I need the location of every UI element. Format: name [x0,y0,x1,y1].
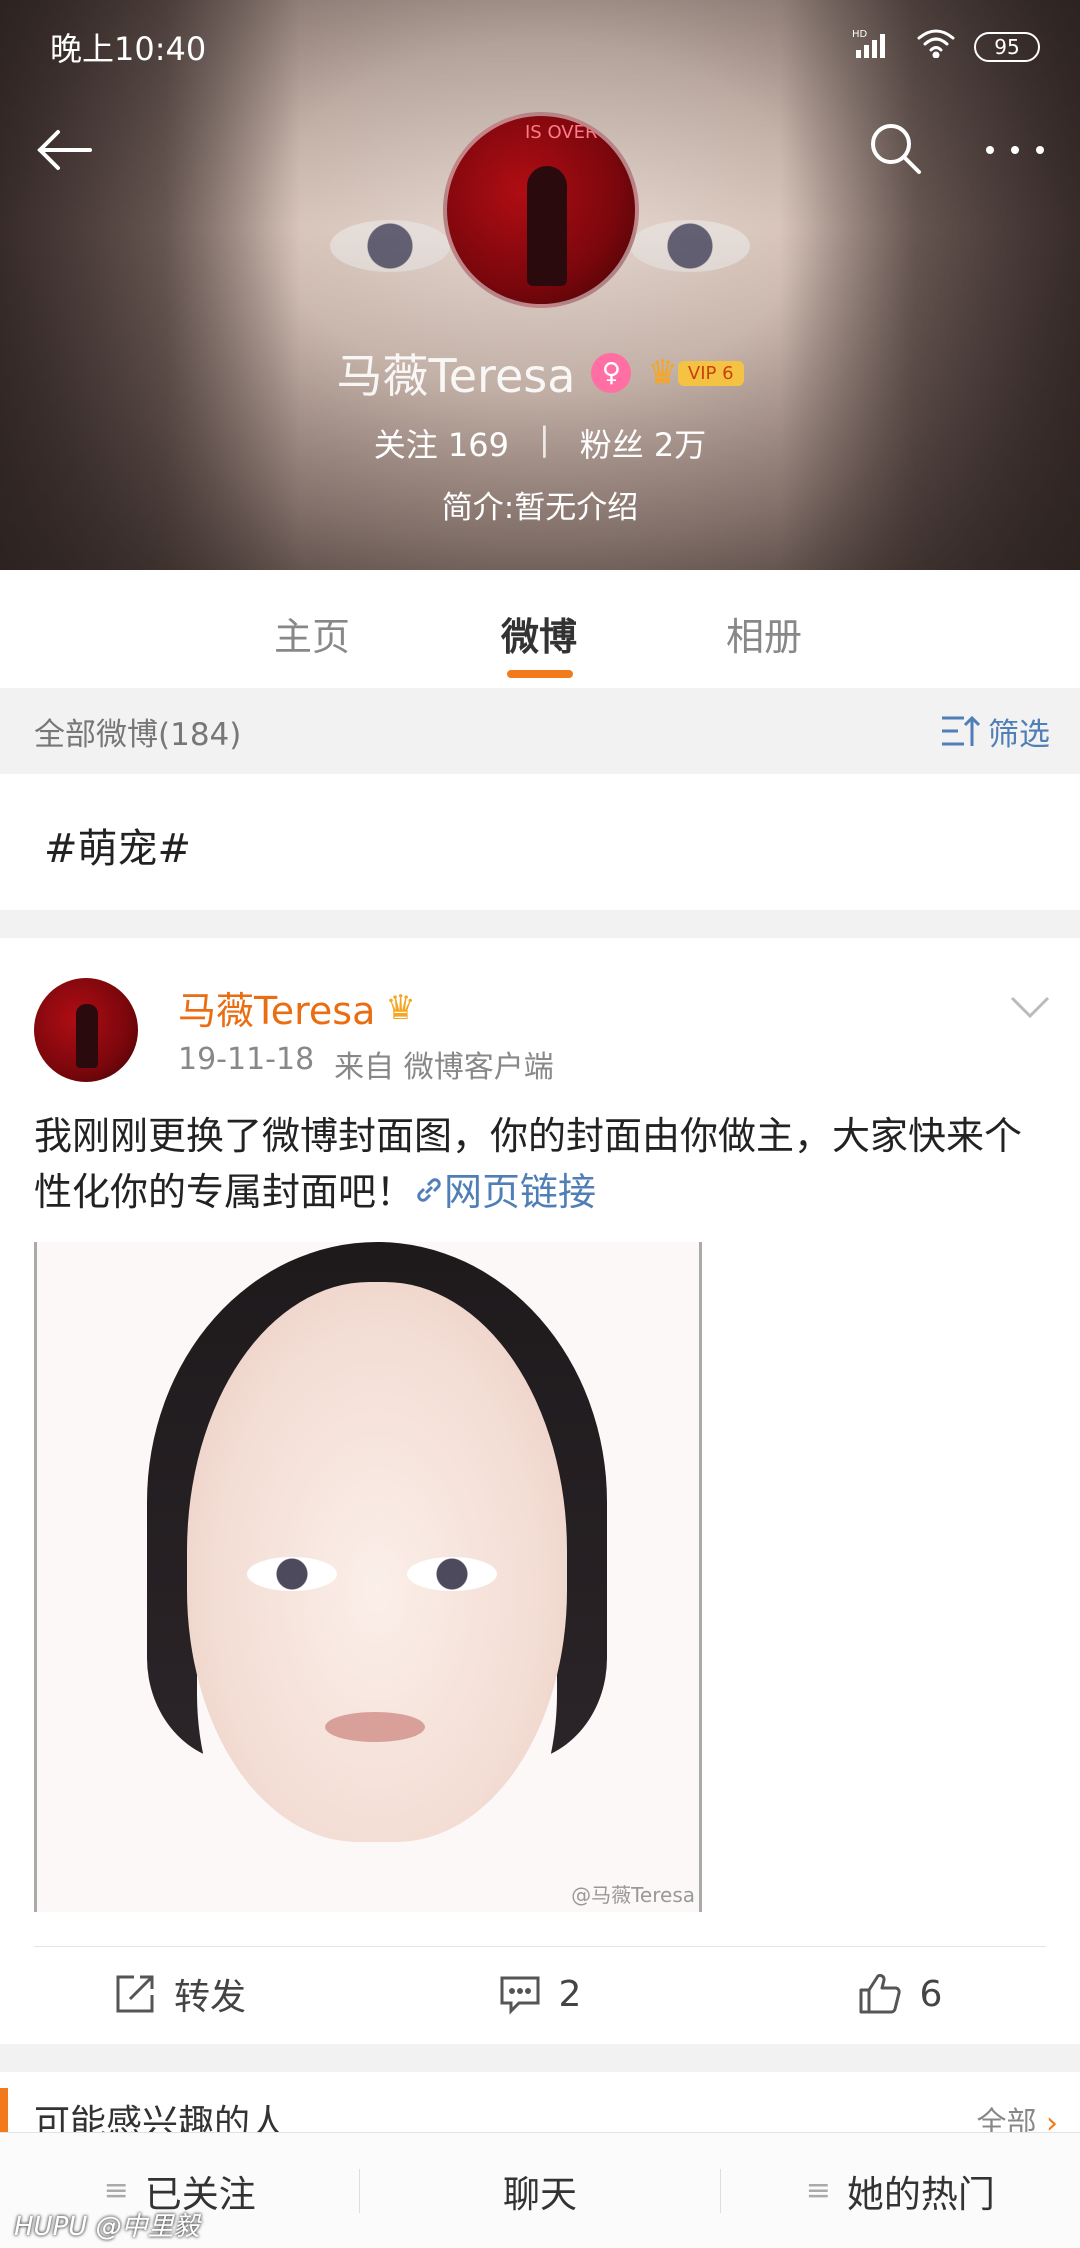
section-gap [0,910,1080,938]
post-actions: 转发 2 6 [0,1954,1080,2034]
her-hot-button[interactable]: ≡ 她的热门 [721,2161,1080,2221]
image-lips [325,1712,425,1742]
filter-bar: 全部微博(184) 筛选 [0,688,1080,774]
post-avatar-figure [76,1004,98,1068]
vip-badge[interactable]: ♛ VIP 6 [647,353,744,393]
comment-count: 2 [558,1973,582,2015]
crown-icon: ♛ [647,353,678,393]
fans-count: 2万 [653,426,707,464]
chevron-right-icon: › [1046,2106,1058,2132]
follow-count: 169 [447,426,509,464]
profile-stats: 关注 169 | 粉丝 2万 [0,420,1080,466]
suggested-users-all-link[interactable]: 全部 › [976,2098,1058,2132]
profile-cover: 晚上10:40 HD 95 IS OVER 马薇Teresa ♀ ♛ VIP 6… [0,0,1080,570]
back-button[interactable] [34,120,94,180]
repost-icon [116,1975,154,2013]
menu-lines-icon: ≡ [103,2173,129,2208]
filter-label: 筛选 [988,716,1050,753]
status-time: 晚上10:40 [50,30,207,68]
suggested-users-all-label: 全部 [976,2106,1037,2132]
post-divider [34,1946,1046,1947]
more-button[interactable] [980,118,1050,178]
repost-label: 转发 [173,1977,246,2018]
link-icon [417,1178,441,1202]
filter-button[interactable]: 筛选 [940,709,1050,754]
suggested-users-header: 可能感兴趣的人 全部 › [0,2072,1080,2132]
avatar-figure [527,166,567,286]
follow-stat[interactable]: 关注 169 [374,420,509,466]
signal-icon: HD [852,28,898,66]
post-author-avatar[interactable] [34,978,138,1082]
section-accent-bar [0,2088,8,2132]
like-count: 6 [919,1973,943,2015]
image-eye-right [407,1557,497,1591]
status-icons: HD 95 [852,28,1040,66]
post-date: 19-11-18 [178,1042,315,1077]
thumbs-up-icon [859,1973,901,2014]
image-face [187,1282,567,1842]
filter-icon [942,715,980,746]
profile-intro: 简介:暂无介绍 [441,490,639,526]
post-text: 我刚刚更换了微博封面图，你的封面由你做主，大家快来个性化你的专属封面吧！ 网页链接 [34,1108,1044,1220]
post-link[interactable]: 网页链接 [414,1170,596,1214]
section-gap [0,2044,1080,2072]
wifi-icon [916,28,956,66]
comment-button[interactable]: 2 [360,1954,720,2034]
her-hot-label: 她的热门 [846,2172,995,2216]
avatar-caption: IS OVER [525,122,598,143]
chat-button[interactable]: 聊天 [360,2161,719,2221]
topic-tag[interactable]: #萌宠# [0,774,1080,910]
image-eye-left [247,1557,337,1591]
fans-label: 粉丝 [579,426,644,464]
tab-home[interactable]: 主页 [274,606,350,661]
fans-stat[interactable]: 粉丝 2万 [580,420,707,466]
profile-avatar[interactable]: IS OVER [443,112,639,308]
status-bar: 晚上10:40 HD 95 [50,22,1040,72]
post-meta: 19-11-18 来自 微博客户端 [178,1042,554,1086]
post-image[interactable]: @马薇Teresa [34,1242,702,1912]
weibo-post: 马薇Teresa ♛ 19-11-18 来自 微博客户端 我刚刚更换了微博封面图… [0,938,1080,2044]
watermark-credit: HUPU @中里毅 [14,2212,200,2242]
search-button[interactable] [865,118,925,178]
image-watermark: @马薇Teresa [571,1883,695,1907]
chevron-down-icon [1010,996,1050,1019]
tab-weibo[interactable]: 微博 [501,606,577,661]
post-author-row: 马薇Teresa ♛ [178,980,416,1035]
post-menu-button[interactable] [1008,992,1052,1022]
post-author-name[interactable]: 马薇Teresa [178,980,375,1035]
repost-button[interactable]: 转发 [0,1954,360,2034]
weibo-count: 全部微博(184) [34,716,242,753]
network-label: HD [852,29,868,40]
comment-icon [500,1976,540,2015]
battery-icon: 95 [974,32,1040,62]
menu-lines-icon: ≡ [805,2173,831,2208]
profile-name-row: 马薇Teresa ♀ ♛ VIP 6 [0,340,1080,406]
female-icon: ♀ [591,353,632,393]
follow-label: 关注 [373,426,438,464]
stats-separator: | [538,420,550,458]
tab-album[interactable]: 相册 [726,606,802,661]
post-source: 来自 微博客户端 [334,1050,554,1085]
profile-tabs: 主页 微博 相册 [0,570,1080,688]
arrow-left-icon [37,130,92,170]
profile-name: 马薇Teresa [336,349,576,403]
vip-level: VIP 6 [677,360,744,386]
more-dots-icon [986,146,1044,154]
vip-crown-icon: ♛ [385,987,416,1028]
like-button[interactable]: 6 [720,1954,1080,2034]
search-icon [871,124,921,174]
suggested-users-title: 可能感兴趣的人 [34,2103,287,2132]
post-link-label: 网页链接 [444,1170,597,1214]
chat-label: 聊天 [502,2172,577,2216]
tab-active-indicator [507,670,573,678]
